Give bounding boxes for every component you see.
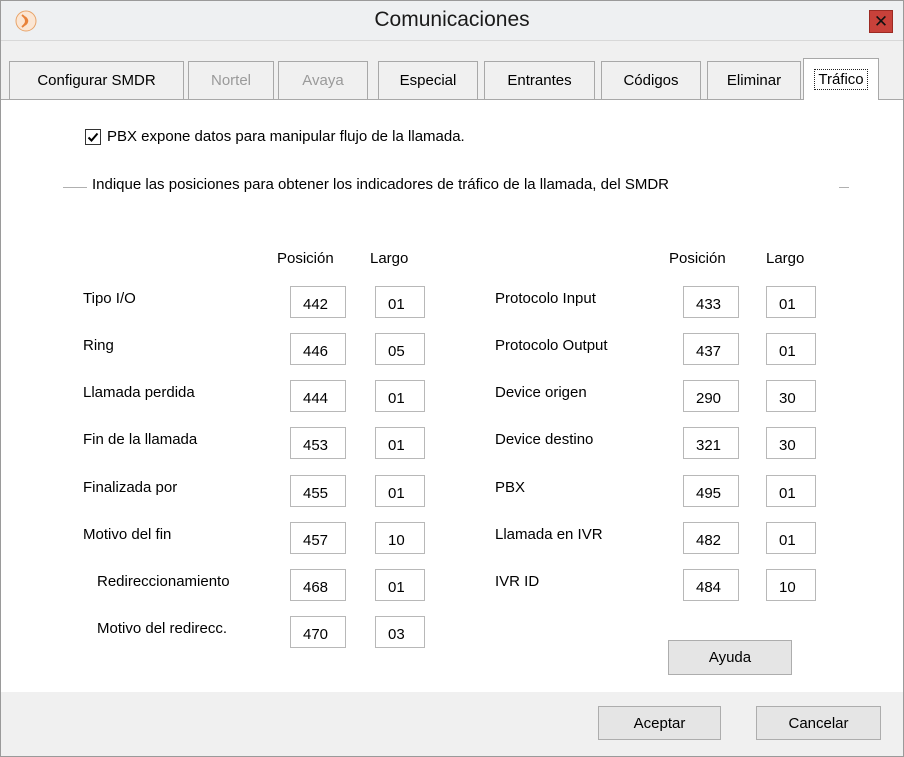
pbx-flow-checkbox-row[interactable]: PBX expone datos para manipular flujo de… — [85, 128, 465, 145]
tab-nortel: Nortel — [188, 61, 274, 99]
length-field-llamada-en-ivr[interactable]: 01 — [766, 522, 816, 554]
label-finalizada-por: Finalizada por — [83, 479, 178, 496]
length-field-ring[interactable]: 05 — [375, 333, 425, 365]
tab-configurar-smdr[interactable]: Configurar SMDR — [9, 61, 184, 99]
tab-entrantes[interactable]: Entrantes — [484, 61, 595, 99]
position-field-ivr-id[interactable]: 484 — [683, 569, 739, 601]
tab-label: Eliminar — [726, 72, 782, 89]
pbx-flow-checkbox-label: PBX expone datos para manipular flujo de… — [107, 128, 465, 145]
tab-label: Avaya — [302, 72, 344, 89]
position-field-llamada-perdida[interactable]: 444 — [290, 380, 346, 412]
position-field-device-destino[interactable]: 321 — [683, 427, 739, 459]
label-tipo-io: Tipo I/O — [83, 290, 136, 307]
label-ring: Ring — [83, 337, 114, 354]
left-length-header: Largo — [370, 250, 409, 267]
position-field-motivo-fin[interactable]: 457 — [290, 522, 346, 554]
help-button[interactable]: Ayuda — [668, 640, 792, 675]
position-field-finalizada-por[interactable]: 455 — [290, 475, 346, 507]
position-field-redireccionamiento[interactable]: 468 — [290, 569, 346, 601]
pbx-flow-checkbox[interactable] — [85, 128, 101, 145]
tab-avaya: Avaya — [278, 61, 368, 99]
position-field-tipo-io[interactable]: 442 — [290, 286, 346, 318]
position-field-pbx[interactable]: 495 — [683, 475, 739, 507]
length-field-protocolo-output[interactable]: 01 — [766, 333, 816, 365]
position-field-protocolo-output[interactable]: 437 — [683, 333, 739, 365]
label-motivo-fin: Motivo del fin — [83, 526, 172, 543]
tab-label: Entrantes — [507, 72, 572, 89]
length-field-llamada-perdida[interactable]: 01 — [375, 380, 425, 412]
tab-label: Especial — [399, 72, 457, 89]
left-position-header: Posición — [277, 250, 334, 267]
tab-eliminar[interactable]: Eliminar — [707, 61, 801, 99]
tab-strip: Configurar SMDR Nortel Avaya Especial En… — [1, 41, 903, 103]
length-field-tipo-io[interactable]: 01 — [375, 286, 425, 318]
tab-trafico[interactable]: Tráfico — [803, 58, 879, 100]
label-device-destino: Device destino — [495, 431, 594, 448]
dialog-footer: Aceptar Cancelar — [1, 692, 903, 756]
position-field-motivo-redirecc[interactable]: 470 — [290, 616, 346, 648]
length-field-motivo-fin[interactable]: 10 — [375, 522, 425, 554]
accept-button[interactable]: Aceptar — [598, 706, 721, 740]
group-line-left — [63, 187, 87, 188]
label-motivo-redirecc: Motivo del redirecc. — [97, 620, 228, 637]
length-field-device-origen[interactable]: 30 — [766, 380, 816, 412]
label-pbx: PBX — [495, 479, 526, 496]
window-title: Comunicaciones — [374, 8, 530, 31]
cancel-button-label: Cancelar — [788, 714, 849, 732]
tab-especial[interactable]: Especial — [378, 61, 478, 99]
close-icon: ✕ — [873, 12, 889, 31]
cancel-button[interactable]: Cancelar — [756, 706, 881, 740]
position-field-llamada-en-ivr[interactable]: 482 — [683, 522, 739, 554]
length-field-device-destino[interactable]: 30 — [766, 427, 816, 459]
length-field-motivo-redirecc[interactable]: 03 — [375, 616, 425, 648]
label-device-origen: Device origen — [495, 384, 587, 401]
length-field-ivr-id[interactable]: 10 — [766, 569, 816, 601]
length-field-redireccionamiento[interactable]: 01 — [375, 569, 425, 601]
group-title: Indique las posiciones para obtener los … — [89, 176, 672, 193]
tab-label: Tráfico — [814, 69, 868, 90]
help-button-label: Ayuda — [708, 649, 752, 666]
tab-label: Códigos — [623, 72, 679, 89]
tab-codigos[interactable]: Códigos — [601, 61, 701, 99]
right-length-header: Largo — [766, 250, 805, 267]
tab-label: Nortel — [210, 72, 251, 89]
accept-button-label: Aceptar — [633, 714, 686, 732]
length-field-pbx[interactable]: 01 — [766, 475, 816, 507]
checkmark-icon — [87, 132, 99, 142]
label-llamada-en-ivr: Llamada en IVR — [495, 526, 603, 543]
label-llamada-perdida: Llamada perdida — [83, 384, 195, 401]
label-protocolo-input: Protocolo Input — [495, 290, 596, 307]
label-redireccionamiento: Redireccionamiento — [97, 573, 230, 590]
length-field-protocolo-input[interactable]: 01 — [766, 286, 816, 318]
close-button[interactable]: ✕ — [869, 10, 893, 33]
label-fin-llamada: Fin de la llamada — [83, 431, 198, 448]
traffic-panel: PBX expone datos para manipular flujo de… — [1, 99, 903, 692]
length-field-finalizada-por[interactable]: 01 — [375, 475, 425, 507]
label-ivr-id: IVR ID — [495, 573, 540, 590]
position-field-fin-llamada[interactable]: 453 — [290, 427, 346, 459]
title-bar[interactable]: Comunicaciones ✕ — [1, 1, 903, 41]
tab-label: Configurar SMDR — [37, 72, 156, 89]
label-protocolo-output: Protocolo Output — [495, 337, 608, 354]
right-position-header: Posición — [669, 250, 726, 267]
group-line-right — [839, 187, 849, 188]
communications-dialog: Comunicaciones ✕ Configurar SMDR Nortel … — [0, 0, 904, 757]
length-field-fin-llamada[interactable]: 01 — [375, 427, 425, 459]
position-field-protocolo-input[interactable]: 433 — [683, 286, 739, 318]
position-field-device-origen[interactable]: 290 — [683, 380, 739, 412]
position-field-ring[interactable]: 446 — [290, 333, 346, 365]
